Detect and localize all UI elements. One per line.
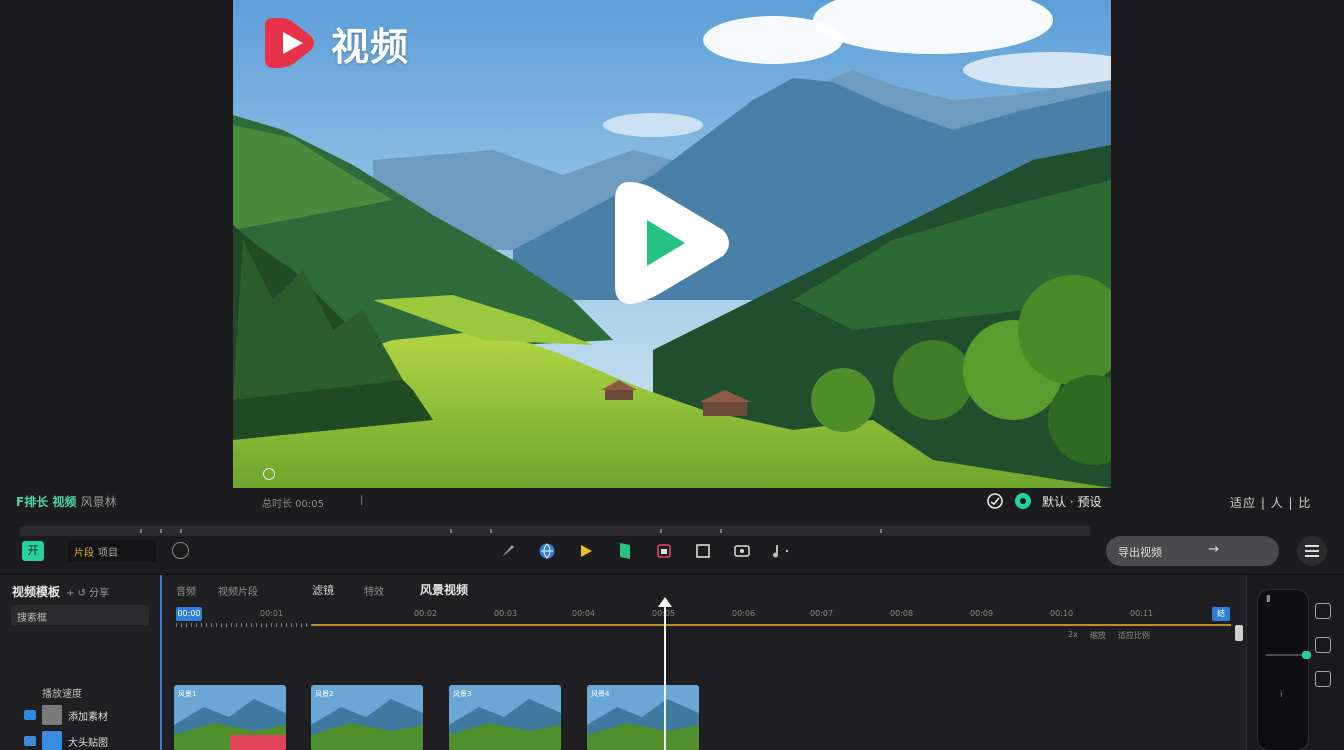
start-badge: 00:00 — [176, 607, 202, 621]
battery-icon: ▮ — [1266, 594, 1271, 604]
play-icon[interactable] — [576, 541, 595, 560]
ruler-label: 00:04 — [572, 609, 596, 618]
edit-icon[interactable] — [1315, 637, 1331, 653]
video-preview[interactable]: 视频 — [233, 0, 1111, 488]
clip-tag: 风景2 — [315, 690, 334, 698]
tab-audio[interactable]: 音频 — [176, 583, 196, 598]
ratio-controls[interactable]: 适应 | 人 | 比 — [1230, 494, 1311, 511]
selected-marker — [230, 735, 286, 750]
clip-tag: 风景4 — [591, 690, 610, 698]
loop-icon[interactable] — [986, 492, 1004, 510]
transition-icon[interactable] — [732, 541, 751, 560]
ruler-ticks — [176, 623, 311, 627]
audio-icon[interactable] — [771, 541, 790, 560]
ruler-label: 00:07 — [810, 609, 834, 618]
crop-icon[interactable] — [693, 541, 712, 560]
ruler-label: 00:06 — [732, 609, 756, 618]
brand-logo: 视频 — [259, 12, 409, 74]
tab-filters[interactable]: 滤镜 — [312, 582, 334, 598]
ruler-label: 00:01 — [260, 609, 284, 618]
audio-track-line — [311, 624, 1231, 626]
arrow-right-icon: → — [1208, 542, 1219, 557]
timeline-tabs: 音频 视频片段 滤镜 特效 风景视频 — [164, 579, 1244, 601]
filter-icon[interactable] — [654, 541, 673, 560]
magic-icon[interactable] — [1014, 492, 1032, 510]
panel-row-2[interactable]: 大头贴图 — [24, 731, 108, 750]
fullscreen-icon[interactable] — [263, 468, 275, 480]
device-preview-panel: ▮ ⅰ — [1246, 575, 1344, 750]
end-badge: 结 — [1212, 607, 1230, 621]
play-logo-icon — [265, 18, 314, 68]
ruler-label: 00:10 — [1050, 609, 1074, 618]
clip-thumbnail[interactable]: 风景2 — [311, 685, 423, 750]
divider: | — [360, 495, 364, 506]
clip-thumbnail[interactable]: 风景3 — [449, 685, 561, 750]
playhead[interactable] — [658, 597, 672, 750]
zoom-controls[interactable]: 2x 缩放 适应比例 — [1068, 630, 1150, 641]
phone-preview[interactable]: ▮ ⅰ — [1257, 589, 1311, 750]
side-icons — [1315, 603, 1331, 687]
logo-text: 视频 — [331, 24, 410, 69]
ruler-label: 00:02 — [414, 609, 438, 618]
brush-icon[interactable] — [498, 541, 517, 560]
info-icon: ⅰ — [1280, 690, 1283, 700]
edit-toolbar: 开 片段 项目 导出视频 → — [0, 536, 1344, 568]
template-panel: 视频模板 + ↺ 分享 搜索框 播放速度 添加素材 大头贴图 — [0, 575, 162, 750]
clip-thumbnail[interactable]: 风景4 — [587, 685, 699, 750]
menu-icon[interactable] — [1297, 536, 1327, 566]
clip-tag: 风景1 — [178, 690, 197, 698]
layer-icon — [24, 736, 36, 746]
history-icon[interactable] — [172, 542, 189, 559]
panel-row-1[interactable]: 添加素材 — [24, 705, 108, 725]
swatch — [42, 705, 62, 725]
brand-title: F排长 视频 风景林 — [16, 495, 117, 509]
text-icon[interactable] — [615, 541, 634, 560]
preview-tools: 默认 · 预设 — [986, 492, 1101, 510]
timeline-area: 视频模板 + ↺ 分享 搜索框 播放速度 添加素材 大头贴图 音频 视频片段 滤镜… — [0, 574, 1344, 750]
tab-project[interactable]: 风景视频 — [420, 581, 468, 598]
timecode: 总时长 00:05 — [262, 499, 324, 510]
ruler-label: 00:08 — [890, 609, 914, 618]
video-editor-app: 视频 F排长 视频 风景林 总时长 00:05 | 默认 · 预设 适应 | 人… — [0, 0, 1344, 750]
scrub-bar[interactable] — [20, 526, 1090, 536]
swatch — [42, 731, 62, 750]
clip-thumbnail[interactable]: 风景1 — [174, 685, 286, 750]
play-overlay-icon[interactable] — [611, 178, 737, 308]
volume-knob[interactable] — [1302, 651, 1311, 659]
tool-row — [498, 541, 790, 560]
globe-icon[interactable] — [537, 541, 556, 560]
info-bar: F排长 视频 风景林 总时长 00:05 | 默认 · 预设 适应 | 人 | … — [0, 488, 1344, 518]
camera-icon — [24, 710, 36, 720]
export-button[interactable]: 导出视频 → — [1106, 536, 1279, 566]
tab-clips[interactable]: 视频片段 — [218, 583, 258, 598]
panel-title: 视频模板 + ↺ 分享 — [12, 585, 110, 599]
ruler-label: 00:11 — [1130, 609, 1154, 618]
device-icon[interactable] — [1315, 603, 1331, 619]
preset-label[interactable]: 默认 · 预设 — [1042, 493, 1101, 510]
clip-tag: 风景3 — [453, 690, 472, 698]
tab-effects[interactable]: 特效 — [364, 583, 384, 598]
toggle-button[interactable]: 开 — [22, 541, 44, 561]
vertical-scrollbar[interactable] — [1235, 625, 1243, 641]
section-label: 播放速度 — [42, 689, 82, 700]
copy-icon[interactable] — [1315, 671, 1331, 687]
ruler-label: 00:09 — [970, 609, 994, 618]
ruler-label: 00:03 — [494, 609, 518, 618]
search-field[interactable]: 搜索框 — [11, 605, 149, 625]
project-field[interactable]: 片段 项目 — [68, 540, 156, 562]
time-ruler[interactable]: 00:00 00:01 00:02 00:03 00:04 00:05 00:0… — [176, 607, 1231, 627]
